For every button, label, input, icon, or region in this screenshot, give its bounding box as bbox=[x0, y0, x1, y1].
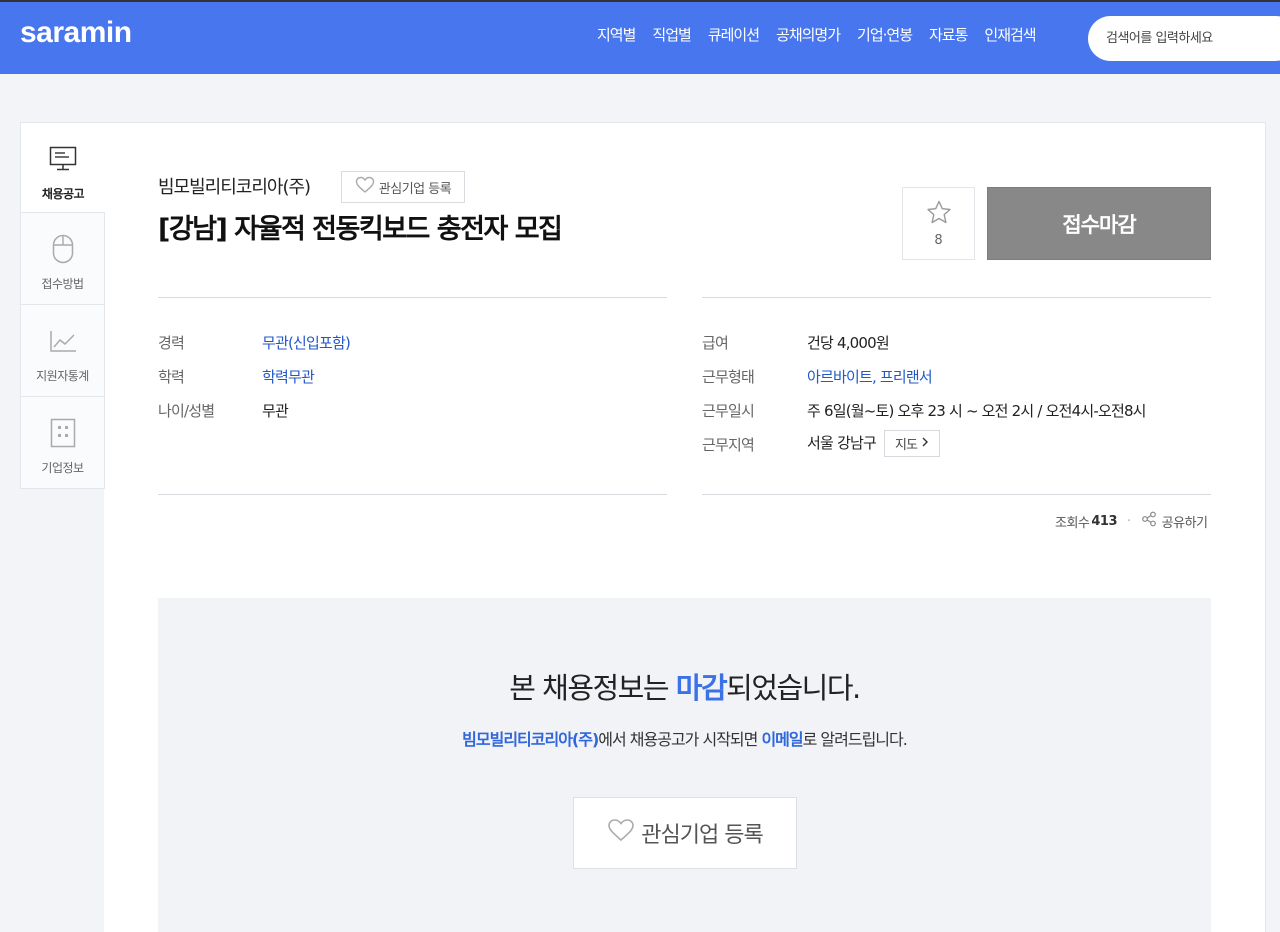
closed-sub-part: 로 알려드립니다. bbox=[802, 730, 908, 749]
detail-label: 학력 bbox=[158, 368, 185, 386]
sidenav-label: 접수방법 bbox=[41, 277, 84, 291]
experience-value[interactable]: 무관(신입포함) bbox=[262, 332, 351, 353]
closed-sub-email: 이메일 bbox=[761, 730, 803, 749]
views-label: 조회수 bbox=[1055, 515, 1090, 531]
divider bbox=[158, 494, 667, 495]
favorite-large-label: 관심기업 등록 bbox=[641, 823, 763, 848]
map-button[interactable]: 지도 bbox=[883, 430, 941, 457]
share-icon bbox=[1141, 511, 1157, 531]
map-label: 지도 bbox=[894, 438, 918, 453]
work-location-value: 서울 강남구 bbox=[807, 434, 877, 452]
saramin-logo[interactable]: saramin bbox=[20, 16, 132, 50]
application-closed-button: 접수마감 bbox=[987, 187, 1211, 260]
sidenav-label: 기업정보 bbox=[41, 461, 84, 475]
mouse-icon bbox=[49, 234, 77, 264]
detail-label: 근무형태 bbox=[702, 368, 755, 386]
favorite-company-large-button[interactable]: 관심기업 등록 bbox=[573, 797, 797, 869]
share-button[interactable]: 공유하기 bbox=[1141, 511, 1208, 531]
closed-sub-part: 에서 채용공고가 시작되면 bbox=[598, 730, 762, 749]
nav-job[interactable]: 직업별 bbox=[652, 24, 691, 45]
view-stats: 조회수 413 · 공유하기 bbox=[1055, 511, 1208, 531]
nav-resources[interactable]: 자료통 bbox=[929, 24, 968, 45]
salary-value: 건당 4,000원 bbox=[807, 334, 890, 352]
closed-notice-panel: 본 채용정보는 마감되었습니다. 빔모빌리티코리아(주)에서 채용공고가 시작되… bbox=[158, 598, 1211, 932]
closed-msg-highlight: 마감 bbox=[675, 671, 728, 705]
sidenav-item-job-posting[interactable]: 채용공고 bbox=[20, 122, 105, 213]
nav-region[interactable]: 지역별 bbox=[597, 24, 636, 45]
main-nav: 지역별 직업별 큐레이션 공채의명가 기업·연봉 자료통 인재검색 bbox=[597, 24, 1053, 45]
nav-curation[interactable]: 큐레이션 bbox=[708, 24, 760, 45]
scrap-button[interactable]: 8 bbox=[902, 187, 975, 260]
closed-message: 본 채용정보는 마감되었습니다. bbox=[158, 665, 1211, 707]
age-gender-value: 무관 bbox=[262, 402, 289, 420]
favorite-label: 관심기업 등록 bbox=[378, 181, 452, 197]
heart-icon bbox=[355, 176, 375, 198]
detail-label: 나이/성별 bbox=[158, 402, 215, 420]
sidenav-item-company-info[interactable]: 기업정보 bbox=[20, 397, 105, 489]
heart-icon bbox=[607, 818, 635, 848]
monitor-icon bbox=[49, 145, 77, 173]
sidenav-label: 지원자통계 bbox=[36, 369, 89, 383]
nav-company-salary[interactable]: 기업·연봉 bbox=[857, 24, 913, 45]
top-header: saramin 지역별 직업별 큐레이션 공채의명가 기업·연봉 자료통 인재검… bbox=[0, 0, 1280, 74]
search-input[interactable] bbox=[1088, 16, 1280, 61]
closed-msg-part: 되었습니다. bbox=[726, 671, 861, 705]
company-name[interactable]: 빔모빌리티코리아(주) bbox=[158, 173, 311, 199]
divider bbox=[702, 494, 1211, 495]
job-title: [강남] 자율적 전동킥보드 충전자 모집 bbox=[158, 214, 563, 245]
favorite-company-button[interactable]: 관심기업 등록 bbox=[341, 171, 465, 203]
employment-type-value[interactable]: 아르바이트, 프리랜서 bbox=[807, 366, 933, 387]
closed-msg-part: 본 채용정보는 bbox=[509, 671, 676, 705]
chevron-right-icon bbox=[921, 436, 929, 451]
side-nav: 채용공고 접수방법 지원자통계 기업정보 bbox=[20, 122, 105, 489]
building-icon bbox=[49, 418, 77, 448]
views-count: 413 bbox=[1091, 513, 1118, 529]
detail-label: 경력 bbox=[158, 334, 185, 352]
share-label: 공유하기 bbox=[1161, 515, 1208, 531]
divider bbox=[158, 297, 667, 298]
closed-subtext: 빔모빌리티코리아(주)에서 채용공고가 시작되면 이메일로 알려드립니다. bbox=[158, 726, 1211, 750]
sidenav-label: 채용공고 bbox=[41, 187, 85, 201]
closed-sub-company: 빔모빌리티코리아(주) bbox=[462, 730, 599, 749]
sidenav-item-applicant-stats[interactable]: 지원자통계 bbox=[20, 305, 105, 397]
scrap-count: 8 bbox=[934, 232, 943, 248]
detail-label: 근무일시 bbox=[702, 402, 755, 420]
chart-icon bbox=[49, 327, 77, 355]
sidenav-item-apply-method[interactable]: 접수방법 bbox=[20, 213, 105, 305]
detail-label: 근무지역 bbox=[702, 436, 755, 454]
work-hours-value: 주 6일(월~토) 오후 23 시 ~ 오전 2시 / 오전4시-오전8시 bbox=[807, 402, 1146, 420]
detail-label: 급여 bbox=[702, 334, 729, 352]
separator-dot: · bbox=[1127, 513, 1131, 529]
nav-talent-search[interactable]: 인재검색 bbox=[984, 24, 1036, 45]
divider bbox=[702, 297, 1211, 298]
star-icon bbox=[926, 200, 952, 229]
nav-public-recruit[interactable]: 공채의명가 bbox=[776, 24, 841, 45]
education-value[interactable]: 학력무관 bbox=[262, 366, 315, 387]
